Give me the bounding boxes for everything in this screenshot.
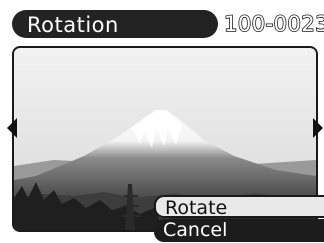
menu-item-rotate[interactable]: Rotate [154, 195, 324, 218]
arrow-right-icon[interactable] [312, 118, 324, 138]
arrow-left-icon[interactable] [6, 118, 18, 138]
camera-lcd-screen: Rotation 100-0023 Rotate Cancel [0, 0, 324, 243]
menu-item-cancel[interactable]: Cancel [154, 219, 324, 242]
file-number: 100-0023 [223, 11, 324, 37]
rotation-menu: Rotate Cancel [154, 195, 324, 243]
screen-title: Rotation [27, 13, 119, 37]
